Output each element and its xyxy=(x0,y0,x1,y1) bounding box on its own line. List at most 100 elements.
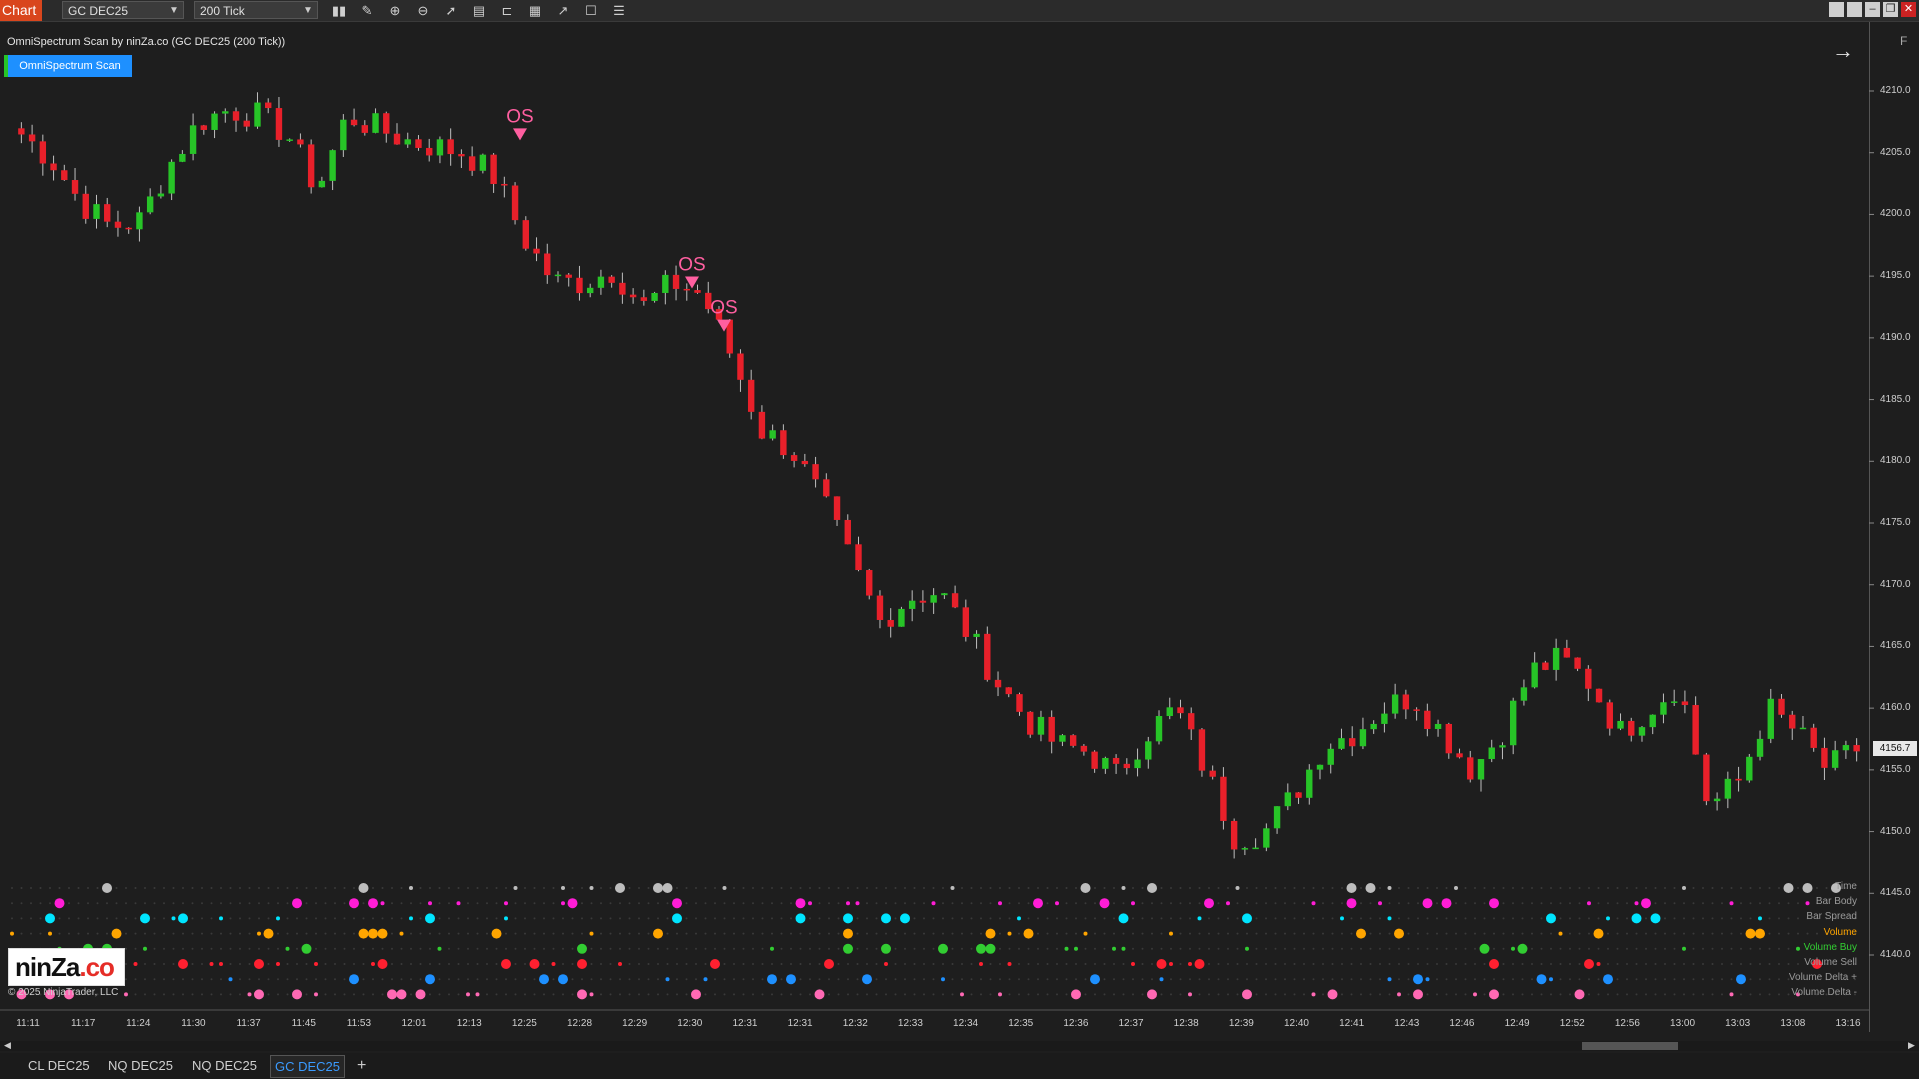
candle-body xyxy=(286,139,293,141)
scan-dot xyxy=(258,887,260,889)
scan-dot xyxy=(818,887,821,889)
scan-dot xyxy=(1711,887,1714,889)
scan-dot xyxy=(1132,978,1134,981)
scan-dot xyxy=(1578,978,1581,981)
scan-dot xyxy=(178,913,188,924)
scan-dot xyxy=(1569,978,1571,981)
scan-dot xyxy=(999,887,1001,889)
scrollbar-thumb[interactable] xyxy=(1582,1042,1678,1050)
scan-dot xyxy=(809,887,811,889)
scan-dot xyxy=(866,887,868,889)
scan-dot xyxy=(1787,993,1790,996)
scan-dot xyxy=(1188,962,1192,966)
scan-dot xyxy=(495,963,498,965)
arrow-right-icon[interactable]: → xyxy=(1832,38,1854,64)
scan-dot xyxy=(30,887,32,889)
scan-dot xyxy=(1141,993,1144,996)
scan-dot xyxy=(761,917,764,920)
scan-dot xyxy=(476,947,479,950)
scan-dot xyxy=(1768,917,1771,920)
scan-dot xyxy=(1346,883,1357,893)
scan-dot xyxy=(590,963,593,965)
scan-dot xyxy=(913,902,916,905)
scan-dot xyxy=(1360,902,1362,905)
scan-dot xyxy=(419,887,422,889)
scan-dot xyxy=(672,913,682,924)
scan-dot xyxy=(191,887,194,889)
scan-dot xyxy=(704,947,707,950)
scan-dot xyxy=(590,947,593,950)
scan-dot xyxy=(752,887,754,889)
scan-dot xyxy=(742,993,745,996)
candle-body xyxy=(1123,763,1131,769)
omnispectrum-scan-button[interactable]: OmniSpectrum Scan xyxy=(4,55,132,77)
scan-dot xyxy=(1094,963,1096,965)
scan-dot xyxy=(391,902,393,905)
scan-dot xyxy=(913,887,916,889)
scan-dot xyxy=(1360,887,1362,889)
tab-nq-dec25-2[interactable]: NQ DEC25 xyxy=(188,1055,261,1076)
scan-dot xyxy=(723,947,726,950)
scan-dot xyxy=(1169,962,1173,966)
scan-dot xyxy=(1536,974,1547,985)
tab-nq-dec25[interactable]: NQ DEC25 xyxy=(104,1055,177,1076)
scan-dot xyxy=(153,978,156,981)
scroll-left-icon[interactable]: ◀ xyxy=(4,1040,11,1051)
scan-dot xyxy=(143,946,147,951)
scan-dot xyxy=(866,993,868,996)
scan-dot xyxy=(1147,883,1157,893)
time-tick-label: 13:08 xyxy=(1780,1018,1806,1029)
scan-dot xyxy=(1502,993,1505,996)
scan-dot xyxy=(1346,898,1357,909)
tab-cl-dec25[interactable]: CL DEC25 xyxy=(24,1055,94,1076)
scan-dot xyxy=(647,947,650,950)
tab-gc-dec25[interactable]: GC DEC25 xyxy=(270,1055,346,1078)
scan-dot xyxy=(533,993,536,996)
scan-dot xyxy=(505,993,507,996)
scan-dot xyxy=(343,887,346,889)
scan-dot xyxy=(1179,887,1182,889)
scan-dot xyxy=(1797,932,1799,935)
scan-dot xyxy=(533,947,536,950)
add-tab-icon[interactable]: + xyxy=(357,1055,366,1076)
scan-dot xyxy=(1246,963,1248,965)
scan-dot xyxy=(1189,947,1191,950)
scan-dot xyxy=(1046,902,1049,905)
scan-dot xyxy=(1169,931,1173,936)
scan-dot xyxy=(448,993,450,996)
scan-dot xyxy=(239,993,241,996)
price-chart: OSOSOS xyxy=(0,90,1874,1011)
price-tick-label: 4210.0 xyxy=(1880,85,1911,96)
scan-dot xyxy=(818,932,821,935)
scan-dot xyxy=(1018,932,1020,935)
scan-dot xyxy=(609,932,612,935)
scan-dot xyxy=(685,978,688,981)
candle-body xyxy=(82,193,89,219)
scan-dot xyxy=(1208,917,1210,920)
scan-dot xyxy=(799,963,802,965)
scan-dot xyxy=(609,917,612,920)
scan-dot xyxy=(504,901,508,906)
scan-dot xyxy=(1512,963,1514,965)
price-tick-label: 4185.0 xyxy=(1880,393,1911,405)
scan-dot xyxy=(1673,902,1676,905)
scan-dot xyxy=(894,978,897,981)
scan-dot xyxy=(1217,963,1220,965)
scan-dot xyxy=(561,886,565,890)
scan-dot xyxy=(1179,963,1182,965)
scan-dot xyxy=(742,947,745,950)
axis-corner-label[interactable]: F xyxy=(1900,34,1907,48)
scroll-right-icon[interactable]: ▶ xyxy=(1908,1040,1915,1051)
scan-dot xyxy=(505,947,507,950)
scan-dot xyxy=(609,947,612,950)
scan-dot xyxy=(1559,947,1562,950)
candle-body xyxy=(1102,757,1109,769)
scan-dot xyxy=(1055,901,1059,906)
scan-dot xyxy=(714,947,716,950)
candle-body xyxy=(533,248,540,254)
scan-dot xyxy=(125,978,127,981)
scan-dot xyxy=(1037,993,1039,996)
scan-dot xyxy=(371,962,375,966)
scan-dot xyxy=(666,932,669,935)
scan-dot xyxy=(1037,963,1039,965)
